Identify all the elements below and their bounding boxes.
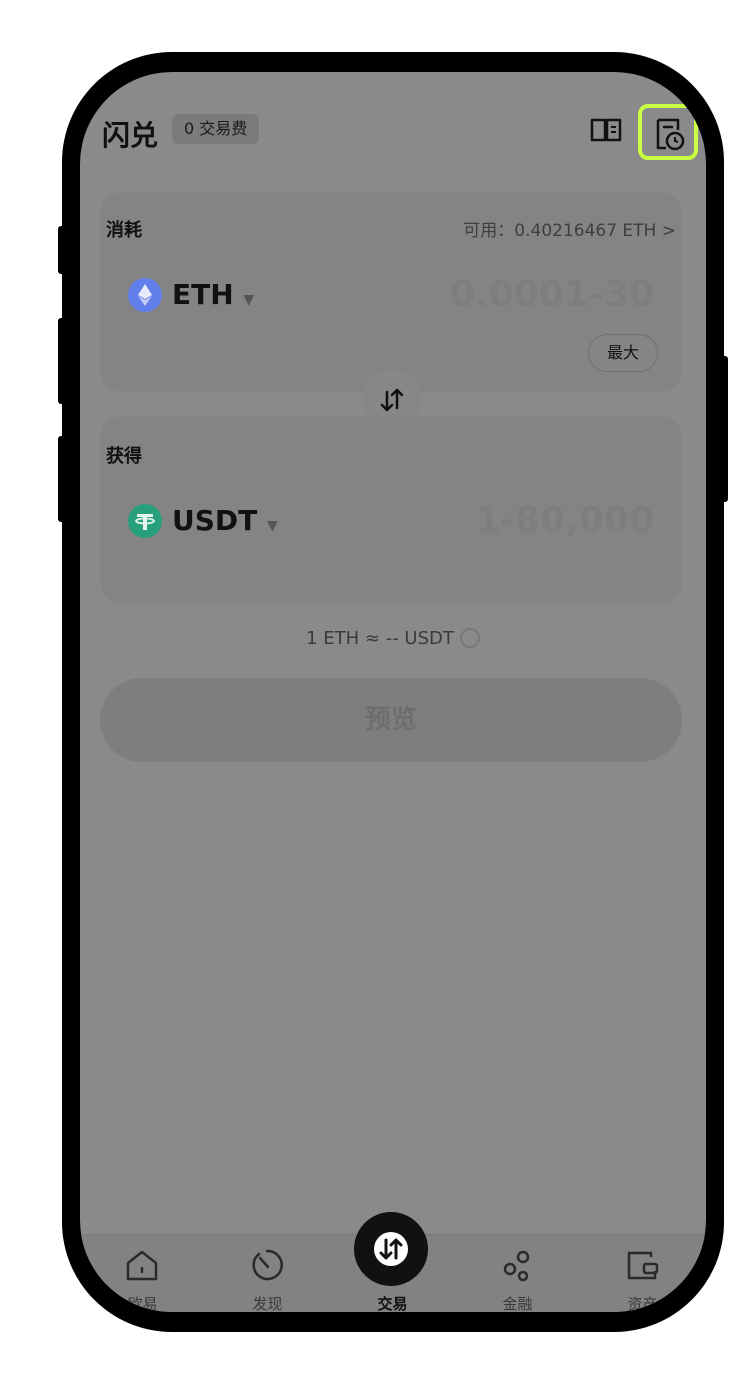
chevron-down-icon: ▼ [243,292,255,308]
finance-icon [503,1250,530,1282]
receive-token-name: USDT [172,504,258,537]
tab-okx[interactable]: 欧易 [80,1235,205,1312]
receive-amount-input[interactable]: 1-80,000 [475,500,654,541]
book-icon[interactable] [588,112,624,148]
available-balance[interactable]: 可用：0.40216467 ETH > [463,216,676,241]
wallet-icon [627,1251,659,1280]
usdt-icon [128,504,162,538]
eth-icon [128,278,162,312]
exchange-rate: 1 ETH ≈ -- USDT [80,628,706,649]
preview-button[interactable]: 预览 [100,678,682,762]
receive-label: 获得 [106,446,142,467]
refresh-countdown-icon [459,628,480,648]
pay-token-select[interactable]: ETH ▼ [172,278,254,311]
tab-label: 交易 [377,1295,408,1312]
fee-badge: 0 交易费 [172,114,260,144]
pay-token-name: ETH [172,278,234,311]
tab-label: 资产 [627,1295,658,1312]
chevron-down-icon: ▼ [267,518,278,534]
trade-fab[interactable] [354,1212,428,1286]
discover-icon [252,1249,283,1281]
max-button[interactable]: 最大 [588,334,658,372]
page-title: 闪兑 [102,119,159,152]
exchange-rate-text: 1 ETH ≈ -- USDT [306,628,454,649]
tab-discover[interactable]: 发现 [205,1235,330,1312]
receive-token-select[interactable]: USDT ▼ [172,504,278,537]
trade-icon [374,1232,408,1266]
tab-finance[interactable]: 金融 [455,1235,580,1312]
order-history-icon [656,118,685,151]
home-icon [126,1250,158,1281]
tab-assets[interactable]: 资产 [580,1235,705,1312]
tab-label: 金融 [502,1295,533,1312]
history-button[interactable] [638,104,698,160]
screen: 闪兑 0 交易费 消耗 可用：0.40216467 ETH > ETH ▼ 0.… [80,72,706,1312]
tab-label: 发现 [252,1295,283,1312]
pay-amount-input[interactable]: 0.0001-30 [450,274,654,315]
pay-label: 消耗 [106,220,142,241]
tab-label: 欧易 [127,1295,158,1312]
